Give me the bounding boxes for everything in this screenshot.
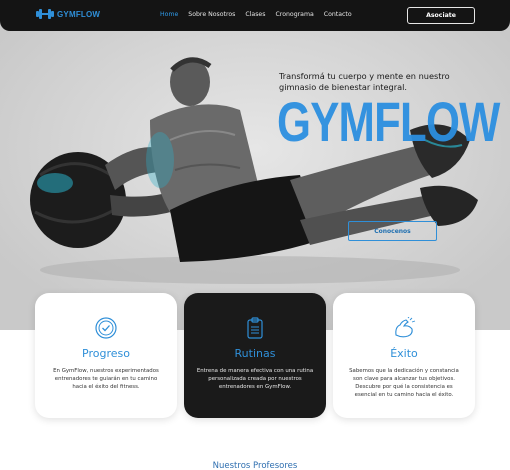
card-progreso: Progreso En GymFlow, nuestros experiment… — [35, 293, 177, 418]
card-rutinas: Rutinas Entrena de manera efectiva con u… — [184, 293, 326, 418]
asociate-button[interactable]: Asociate — [407, 7, 475, 24]
card-description: Entrena de manera efectiva con una rutin… — [196, 368, 314, 390]
dumbbell-icon — [36, 9, 54, 19]
flexed-arm-icon — [395, 317, 416, 338]
nav-cronograma[interactable]: Cronograma — [275, 11, 313, 18]
card-description: En GymFlow, nuestros experimentados entr… — [53, 368, 159, 390]
card-description: Sabemos que la dedicación y constancia s… — [349, 368, 459, 398]
hero-section: Transformá tu cuerpo y mente en nuestro … — [0, 0, 510, 330]
card-exito: Éxito Sabemos que la dedicación y consta… — [333, 293, 475, 418]
nav-home[interactable]: Home — [160, 11, 178, 18]
nav-sobre-nosotros[interactable]: Sobre Nosotros — [188, 11, 235, 18]
logo-text: GYMFLOW — [57, 9, 101, 19]
navbar: GYMFLOW Home Sobre Nosotros Clases Crono… — [0, 0, 510, 31]
logo[interactable]: GYMFLOW — [36, 9, 100, 19]
section-title-profesores: Nuestros Profesores — [212, 461, 298, 470]
nav-contacto[interactable]: Contacto — [324, 11, 352, 18]
nav-links: Home Sobre Nosotros Clases Cronograma Co… — [160, 11, 352, 18]
nav-clases[interactable]: Clases — [245, 11, 265, 18]
check-circle-icon — [95, 317, 117, 339]
card-title: Progreso — [82, 347, 130, 360]
card-title: Éxito — [390, 347, 418, 360]
hero-athlete-image — [0, 0, 510, 330]
hero-title: GYMFLOW — [277, 90, 500, 153]
card-title: Rutinas — [234, 347, 276, 360]
clipboard-icon — [247, 317, 263, 339]
conocenos-button[interactable]: Conocenos — [348, 221, 437, 241]
